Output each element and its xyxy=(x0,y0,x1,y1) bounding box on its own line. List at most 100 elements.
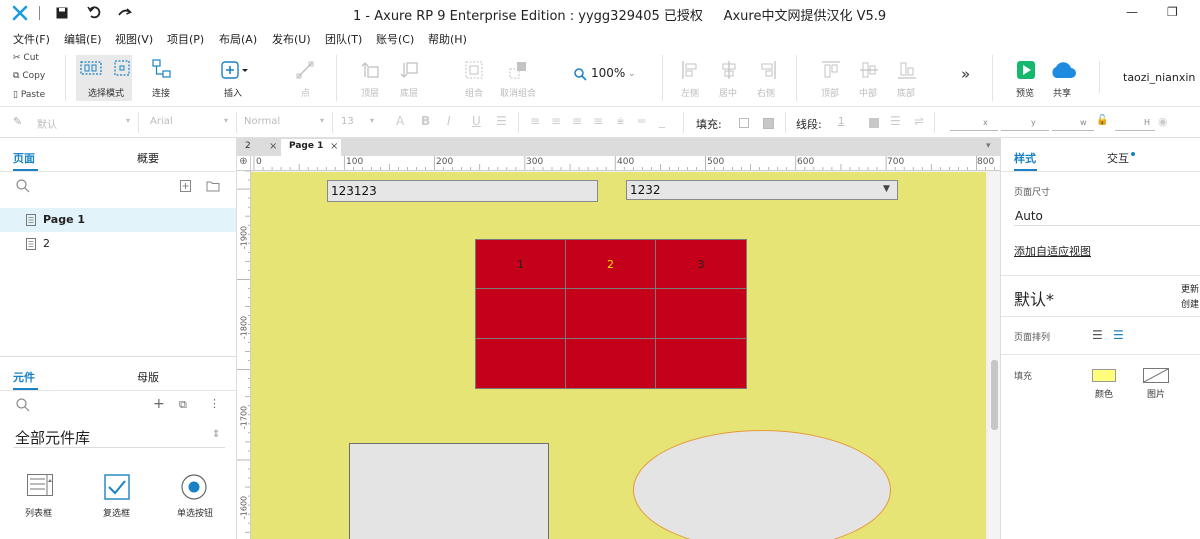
align-top-button[interactable]: 顶部 xyxy=(818,55,844,101)
fill-color-swatch[interactable] xyxy=(739,118,749,128)
text-align-left-icon[interactable]: ≡ xyxy=(530,114,540,128)
table-cell[interactable] xyxy=(476,338,566,388)
line-width-input[interactable]: 1 xyxy=(838,116,844,127)
text-align-center-icon[interactable]: ≡ xyxy=(551,114,561,128)
menu-layout[interactable]: 布局(A) xyxy=(219,31,257,47)
insert-button[interactable]: 插入 xyxy=(216,55,256,101)
page-fill-color-button[interactable]: 颜色 xyxy=(1090,367,1118,400)
align-center-button[interactable]: 居中 xyxy=(716,55,742,101)
widget-listbox[interactable]: 列表框 xyxy=(14,474,68,520)
align-bottom-button[interactable]: 底部 xyxy=(894,55,920,101)
close-icon[interactable]: × xyxy=(330,141,338,152)
scrollbar-thumb[interactable] xyxy=(991,360,998,430)
lock-icon[interactable]: 🔓 xyxy=(1096,115,1108,126)
group-button[interactable]: 组合 xyxy=(460,55,488,101)
zoom-control[interactable]: 100% ⌄ xyxy=(574,66,644,84)
fill-image-swatch[interactable] xyxy=(763,118,774,129)
table-cell[interactable]: 3 xyxy=(656,240,746,290)
text-field-widget[interactable]: 123123 xyxy=(327,180,598,202)
align-left-button[interactable]: 左侧 xyxy=(678,55,704,101)
bottom-layer-button[interactable]: 底层 xyxy=(395,55,423,101)
page-list-item-selected[interactable]: Page 1 xyxy=(0,208,236,232)
page-align-left-icon[interactable]: ☰ xyxy=(1092,328,1103,342)
library-select[interactable]: 全部元件库 ⇕ xyxy=(13,426,225,448)
add-page-icon[interactable] xyxy=(180,180,191,192)
font-size-select[interactable]: 13 xyxy=(341,116,354,127)
table-cell[interactable] xyxy=(476,289,566,339)
library-copy-icon[interactable]: ⧉ xyxy=(179,398,187,412)
line-color-swatch[interactable] xyxy=(869,118,879,128)
menu-publish[interactable]: 发布(U) xyxy=(272,31,311,47)
ruler-origin-icon[interactable]: ⊕ xyxy=(237,156,251,171)
ellipse-widget[interactable] xyxy=(633,430,891,539)
rectangle-widget[interactable] xyxy=(349,443,549,539)
table-cell[interactable] xyxy=(656,339,746,388)
style-select[interactable]: 默认 xyxy=(37,116,57,131)
visibility-icon[interactable]: ◉ xyxy=(1158,115,1168,128)
vertical-scrollbar[interactable] xyxy=(989,172,1000,539)
font-weight-select[interactable]: Normal xyxy=(244,116,280,127)
create-style-link[interactable]: 创建 xyxy=(1181,297,1199,310)
tab-pages[interactable]: 页面 xyxy=(13,150,35,166)
page-list-item[interactable]: 2 xyxy=(0,232,236,256)
design-page[interactable]: 123123 1232 ▼ 1 2 3 xyxy=(251,172,986,539)
w-input[interactable] xyxy=(1052,117,1094,131)
y-input[interactable] xyxy=(1001,117,1049,131)
minimize-button[interactable]: — xyxy=(1126,5,1138,19)
table-cell[interactable] xyxy=(656,289,746,339)
more-tools-button[interactable]: » xyxy=(961,65,970,83)
font-color-icon[interactable]: A xyxy=(396,114,404,128)
text-justify-icon[interactable]: ≡ xyxy=(593,114,603,128)
add-adaptive-view-link[interactable]: 添加自适应视图 xyxy=(1014,243,1091,259)
menu-help[interactable]: 帮助(H) xyxy=(428,31,467,47)
search-icon[interactable] xyxy=(16,179,30,193)
italic-icon[interactable]: I xyxy=(447,114,451,128)
menu-project[interactable]: 项目(P) xyxy=(167,31,204,47)
share-button[interactable]: 共享 xyxy=(1048,55,1078,101)
valign-bottom-icon[interactable]: _ xyxy=(659,114,665,128)
dropdown-widget[interactable]: 1232 ▼ xyxy=(626,180,898,200)
ungroup-button[interactable]: 取消组合 xyxy=(498,55,538,101)
list-icon[interactable]: ☰ xyxy=(496,114,507,128)
x-input[interactable] xyxy=(950,117,998,131)
menu-view[interactable]: 视图(V) xyxy=(115,31,153,47)
copy-button[interactable]: ⧉ Copy xyxy=(13,71,45,81)
arrow-style-icon[interactable]: ⇌ xyxy=(914,114,924,128)
tab-page-1[interactable]: Page 1 × xyxy=(281,139,341,156)
update-style-link[interactable]: 更新 xyxy=(1181,282,1199,295)
table-widget[interactable]: 1 2 3 xyxy=(475,239,747,389)
menu-team[interactable]: 团队(T) xyxy=(325,31,362,47)
align-middle-button[interactable]: 中部 xyxy=(856,55,882,101)
tab-widgets[interactable]: 元件 xyxy=(13,369,35,385)
tab-page-2[interactable]: 2 × xyxy=(241,139,281,156)
more-options-icon[interactable]: ⋮ xyxy=(209,397,220,410)
menu-edit[interactable]: 编辑(E) xyxy=(64,31,102,47)
valign-middle-icon[interactable]: ═ xyxy=(638,114,645,128)
widget-checkbox[interactable]: 复选框 xyxy=(91,474,145,520)
table-cell[interactable] xyxy=(566,289,656,339)
align-right-button[interactable]: 右侧 xyxy=(754,55,780,101)
select-mode-button[interactable]: 选择模式 xyxy=(76,55,132,101)
restore-button[interactable]: ❐ xyxy=(1167,5,1178,19)
point-button[interactable]: 点 xyxy=(293,55,317,101)
tab-interaction[interactable]: 交互 xyxy=(1107,150,1129,166)
top-layer-button[interactable]: 顶层 xyxy=(356,55,384,101)
cut-button[interactable]: ✂ Cut xyxy=(13,53,39,63)
add-library-icon[interactable]: + xyxy=(153,396,165,412)
tab-style[interactable]: 样式 xyxy=(1014,150,1036,166)
table-cell[interactable]: 1 xyxy=(476,240,566,290)
table-cell[interactable] xyxy=(566,338,656,388)
close-icon[interactable]: × xyxy=(269,141,277,152)
page-size-select[interactable]: Auto xyxy=(1014,206,1200,226)
tab-masters[interactable]: 母版 xyxy=(137,369,159,385)
save-icon[interactable] xyxy=(56,7,68,19)
page-fill-image-button[interactable]: 图片 xyxy=(1142,367,1170,400)
tab-outline[interactable]: 概要 xyxy=(137,150,159,166)
preview-button[interactable]: 预览 xyxy=(1012,55,1040,101)
line-style-icon[interactable]: ☰ xyxy=(890,114,901,128)
connect-button[interactable]: 连接 xyxy=(148,55,178,101)
undo-icon[interactable] xyxy=(87,5,101,19)
search-icon[interactable] xyxy=(16,398,30,412)
add-folder-icon[interactable] xyxy=(206,180,220,192)
paste-button[interactable]: ▯ Paste xyxy=(13,90,45,100)
